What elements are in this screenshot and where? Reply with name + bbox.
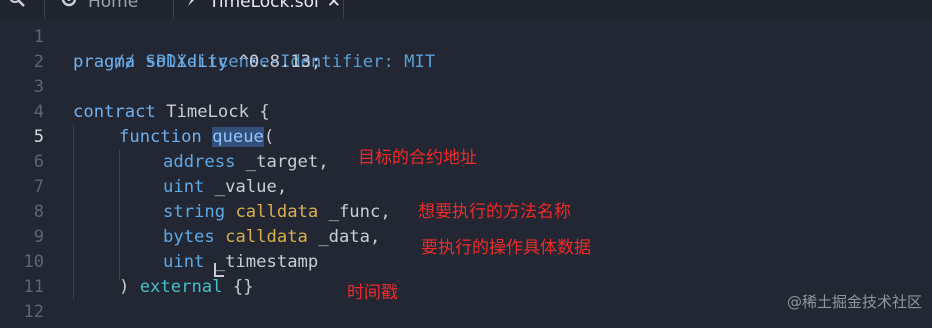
code-text: {}	[222, 277, 254, 297]
code-text: _func,	[318, 202, 391, 222]
code-text: (	[263, 127, 275, 147]
code-line-2: pragma solidity ^0.8.13;	[73, 50, 321, 75]
code-data-location: calldata	[235, 202, 319, 222]
tab-home[interactable]: Home	[60, 0, 139, 13]
line-number: 3	[33, 77, 44, 97]
home-icon	[60, 0, 78, 13]
code-line-5: function queue(	[119, 125, 274, 150]
close-icon[interactable]: ✕	[327, 0, 341, 12]
tab-file-label: TimeLock.sol	[209, 0, 319, 12]
line-number: 11	[23, 277, 44, 297]
line-number-active: 5	[33, 127, 44, 147]
code-text: TimeLock {	[155, 102, 270, 122]
code-type: uint	[163, 177, 205, 197]
selected-function-name: queue	[212, 127, 264, 147]
code-text: _data,	[307, 227, 381, 247]
code-text: _value,	[204, 177, 288, 197]
code-keyword: contract	[73, 102, 156, 122]
tab-timelock-sol[interactable]: TimeLock.sol ✕	[185, 0, 341, 13]
line-number: 8	[33, 202, 44, 222]
tab-bar: Home TimeLock.sol ✕	[0, 0, 932, 19]
code-keyword: pragma solidity	[73, 52, 229, 72]
watermark: @稀土掘金技术社区	[786, 293, 922, 311]
code-line-1: // SPDX-License-Identifier: MIT	[73, 25, 435, 72]
line-number: 12	[23, 302, 44, 322]
annotation-data: 要执行的操作具体数据	[421, 238, 591, 258]
code-line-4: contract TimeLock {	[73, 100, 270, 125]
code-data-location: calldata	[225, 227, 308, 247]
code-line-10: uint _timestamp	[163, 250, 318, 275]
line-number: 4	[33, 102, 44, 122]
zoom-icon	[8, 0, 26, 13]
zoom-button[interactable]	[8, 0, 36, 11]
solidity-file-icon	[185, 0, 199, 13]
line-number: 7	[33, 177, 44, 197]
annotation-timestamp: 时间戳	[347, 283, 398, 303]
tab-divider	[173, 0, 174, 19]
annotation-target: 目标的合约地址	[358, 148, 477, 168]
line-number: 10	[23, 252, 44, 272]
code-type: uint	[163, 252, 205, 272]
code-line-7: uint _value,	[163, 175, 287, 200]
code-type: bytes	[163, 227, 215, 247]
indent-guide	[119, 150, 120, 280]
mouse-cursor-icon	[214, 263, 224, 277]
code-text: _target,	[235, 152, 329, 172]
code-type: address	[163, 152, 236, 172]
code-line-9: bytes calldata _data,	[163, 225, 380, 250]
line-number: 6	[33, 152, 44, 172]
line-number: 9	[33, 227, 44, 247]
indent-guide	[73, 125, 74, 300]
tab-divider	[343, 0, 344, 19]
code-line-6: address _target,	[163, 150, 329, 175]
code-text: )	[119, 277, 140, 297]
code-type: string	[163, 202, 226, 222]
code-text: ^0.8.13;	[228, 52, 322, 72]
code-line-11: ) external {}	[119, 275, 254, 300]
tab-home-label: Home	[88, 0, 139, 12]
code-line-8: string calldata _func,	[163, 200, 391, 225]
line-number: 1	[33, 27, 44, 47]
tab-divider	[44, 0, 45, 19]
annotation-func: 想要执行的方法名称	[418, 202, 571, 222]
code-keyword: external	[139, 277, 223, 297]
code-keyword: function	[119, 127, 202, 147]
line-number: 2	[33, 52, 44, 72]
